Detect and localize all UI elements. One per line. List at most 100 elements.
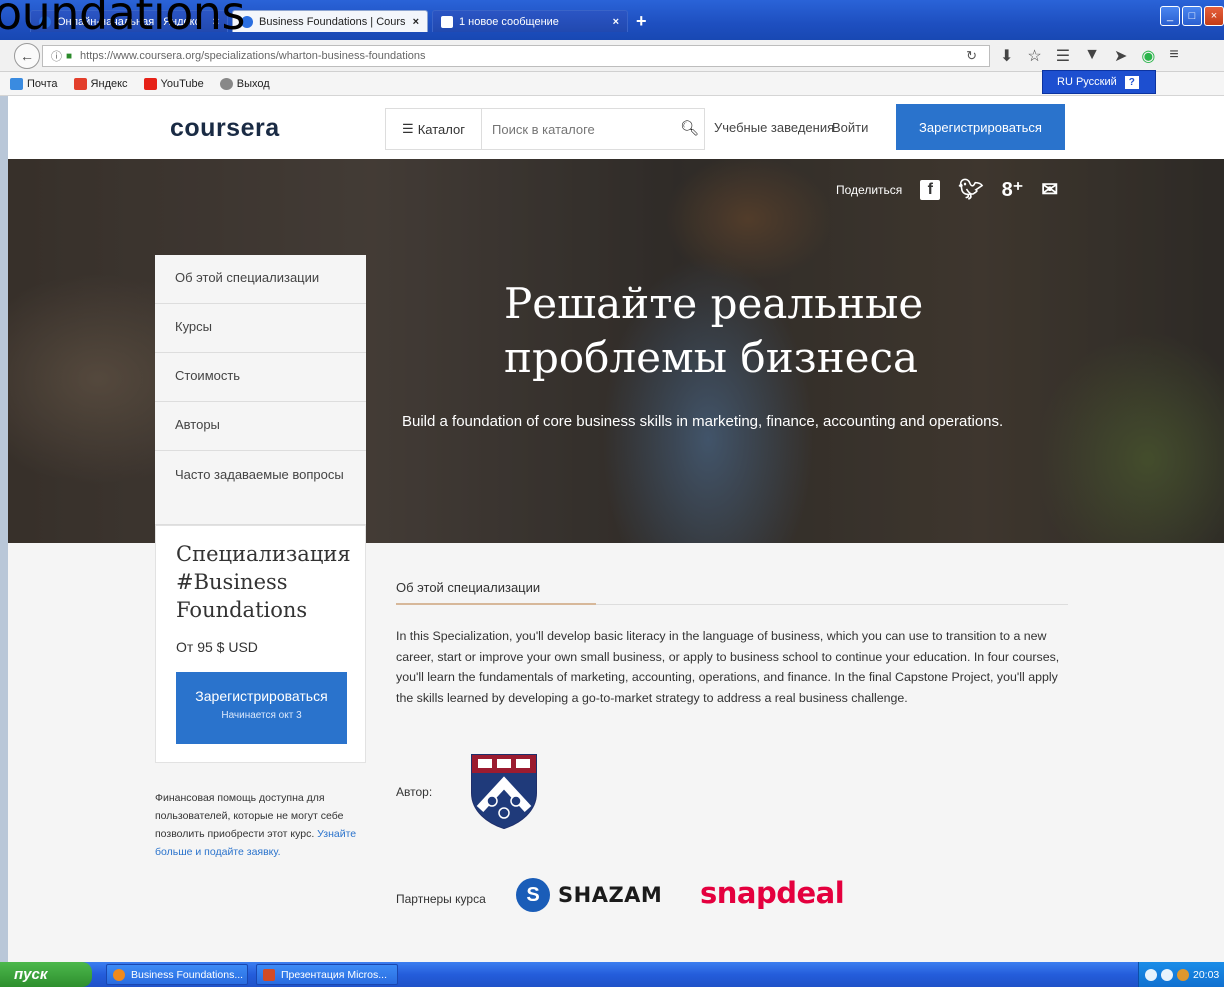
bookmark-label: Почта xyxy=(27,77,58,90)
system-tray: 20:03 xyxy=(1138,962,1224,987)
overlay-title-text: oundations xyxy=(0,0,245,40)
enroll-button-label: Зарегистрироваться xyxy=(195,688,328,704)
enroll-button[interactable]: Зарегистрироваться Начинается окт 3 xyxy=(176,672,347,744)
penn-crest-logo[interactable] xyxy=(470,753,538,829)
nav-item-pricing[interactable]: Стоимость xyxy=(155,353,366,402)
message-favicon-icon xyxy=(441,15,453,28)
bookmark-label: YouTube xyxy=(160,77,204,90)
info-icon[interactable]: ⓘ xyxy=(51,48,62,64)
app-tray-icon[interactable] xyxy=(1177,968,1189,981)
tab-messages[interactable]: 1 новое сообщение × xyxy=(432,10,628,32)
reading-list-icon[interactable]: ☰ xyxy=(1056,46,1070,66)
windows-taskbar: пуск Business Foundations... Презентация… xyxy=(0,962,1224,987)
share-label: Поделиться xyxy=(836,182,903,197)
author-label: Автор: xyxy=(396,785,433,799)
facebook-icon[interactable]: f xyxy=(920,179,941,200)
globe-icon xyxy=(219,77,233,90)
close-window-button[interactable]: × xyxy=(1204,6,1224,26)
firefox-icon xyxy=(113,968,125,981)
share-bar: Поделиться f 🐦︎ 8⁺ ✉ xyxy=(836,177,1058,202)
yandex-icon xyxy=(73,77,87,90)
tab-label: 1 новое сообщение xyxy=(459,15,559,28)
bookmarks-bar: Почта Яндекс YouTube Выход xyxy=(0,72,1224,96)
bookmark-yandex[interactable]: Яндекс xyxy=(73,77,128,90)
window-controls: _ □ × xyxy=(1160,6,1224,26)
snapdeal-logo[interactable]: snapdeal xyxy=(700,876,845,910)
reload-icon[interactable]: ↻ xyxy=(966,48,977,64)
institutions-link[interactable]: Учебные заведения xyxy=(714,120,834,135)
task-label: Business Foundations... xyxy=(131,968,244,981)
enroll-card: Специализация #Business Foundations От 9… xyxy=(155,525,366,763)
email-icon[interactable]: ✉ xyxy=(1041,177,1058,202)
language-bar[interactable]: RU Русский ? xyxy=(1042,70,1156,94)
catalog-search: ☰ Каталог 🔍︎ xyxy=(385,108,705,150)
financial-aid-note: Финансовая помощь доступна для пользоват… xyxy=(155,789,370,861)
address-toolbar: ← ⓘ ■ https://www.coursera.org/specializ… xyxy=(0,40,1224,72)
coursera-logo[interactable]: coursera xyxy=(170,114,280,143)
about-heading: Об этой специализации xyxy=(396,580,541,595)
hero-subtitle: Build a foundation of core business skil… xyxy=(402,413,1004,430)
bookmark-youtube[interactable]: YouTube xyxy=(143,77,204,90)
help-icon[interactable]: ? xyxy=(1124,75,1139,89)
taskbar-item-powerpoint[interactable]: Презентация Micros... xyxy=(256,964,398,985)
section-nav: Об этой специализации Курсы Стоимость Ав… xyxy=(155,255,366,525)
mail-icon xyxy=(10,77,23,90)
catalog-button[interactable]: ☰ Каталог xyxy=(386,109,482,149)
tab-label: Business Foundations | Cours... xyxy=(259,15,405,28)
bookmark-mail[interactable]: Почта xyxy=(10,77,58,90)
url-bar[interactable]: ⓘ ■ https://www.coursera.org/specializat… xyxy=(42,45,990,67)
about-text: In this Specialization, you'll develop b… xyxy=(396,629,1060,705)
specialization-title: Специализация #Business Foundations xyxy=(176,542,351,622)
tab-business-foundations[interactable]: Business Foundations | Cours... × xyxy=(232,10,428,32)
download-icon[interactable]: ⬇ xyxy=(1000,46,1013,66)
minimize-button[interactable]: _ xyxy=(1160,6,1180,26)
close-tab-icon[interactable]: × xyxy=(413,16,419,28)
taskbar-item-firefox[interactable]: Business Foundations... xyxy=(106,964,248,985)
page-viewport: coursera ☰ Каталог 🔍︎ Учебные заведения … xyxy=(8,96,1224,962)
catalog-label: Каталог xyxy=(417,121,465,137)
lock-icon: ■ xyxy=(66,50,73,62)
language-label: RU Русский xyxy=(1057,76,1117,88)
nav-item-authors[interactable]: Авторы xyxy=(155,402,366,451)
star-icon[interactable]: ☆ xyxy=(1027,46,1041,66)
toolbar-icons: ⬇ ☆ ☰ ▼ ➤ ◉ ≡ xyxy=(1000,46,1179,66)
close-tab-icon[interactable]: × xyxy=(613,16,619,28)
login-link[interactable]: Войти xyxy=(832,120,868,135)
search-icon[interactable]: 🔍︎ xyxy=(680,119,699,137)
hero-title: Решайте реальные проблемы бизнеса xyxy=(504,279,924,382)
bookmark-exit[interactable]: Выход xyxy=(219,77,270,90)
volume-icon[interactable] xyxy=(1161,968,1173,981)
nav-item-about[interactable]: Об этой специализации xyxy=(155,255,366,304)
google-plus-icon[interactable]: 8⁺ xyxy=(1002,177,1024,202)
twitter-icon[interactable]: 🐦︎ xyxy=(958,177,983,202)
divider-accent xyxy=(396,603,596,605)
maximize-button[interactable]: □ xyxy=(1182,6,1202,26)
menu-icon[interactable]: ≡ xyxy=(1169,46,1178,66)
search-input[interactable] xyxy=(482,109,704,149)
list-icon: ☰ xyxy=(402,121,414,136)
price-label: От 95 $ USD xyxy=(176,639,258,655)
task-label: Презентация Micros... xyxy=(281,968,388,981)
youtube-icon xyxy=(143,77,157,90)
financial-aid-text: Финансовая помощь доступна для пользоват… xyxy=(155,792,344,840)
bookmark-label: Выход xyxy=(236,77,270,90)
powerpoint-icon xyxy=(263,968,275,981)
arrow-tray-icon[interactable] xyxy=(1145,968,1157,981)
start-button[interactable]: пуск xyxy=(0,962,92,987)
enroll-start-date: Начинается окт 3 xyxy=(221,710,302,721)
new-tab-button[interactable]: + xyxy=(636,11,647,32)
partners-label: Партнеры курса xyxy=(396,892,486,906)
back-button[interactable]: ← xyxy=(14,43,40,69)
site-header: coursera ☰ Каталог 🔍︎ Учебные заведения … xyxy=(8,96,1224,159)
pocket-icon[interactable]: ▼ xyxy=(1084,46,1100,66)
shazam-wordmark: SHAZAM xyxy=(558,883,663,907)
shazam-icon: S xyxy=(516,878,550,912)
nav-item-faq[interactable]: Часто задаваемые вопросы xyxy=(155,451,366,525)
nav-item-courses[interactable]: Курсы xyxy=(155,304,366,353)
send-icon[interactable]: ➤ xyxy=(1114,46,1127,66)
shazam-logo[interactable]: S SHAZAM xyxy=(516,878,662,912)
bookmark-label: Яндекс xyxy=(90,77,128,90)
clock: 20:03 xyxy=(1193,968,1220,981)
extension-icon[interactable]: ◉ xyxy=(1141,46,1155,66)
signup-button[interactable]: Зарегистрироваться xyxy=(896,104,1065,150)
